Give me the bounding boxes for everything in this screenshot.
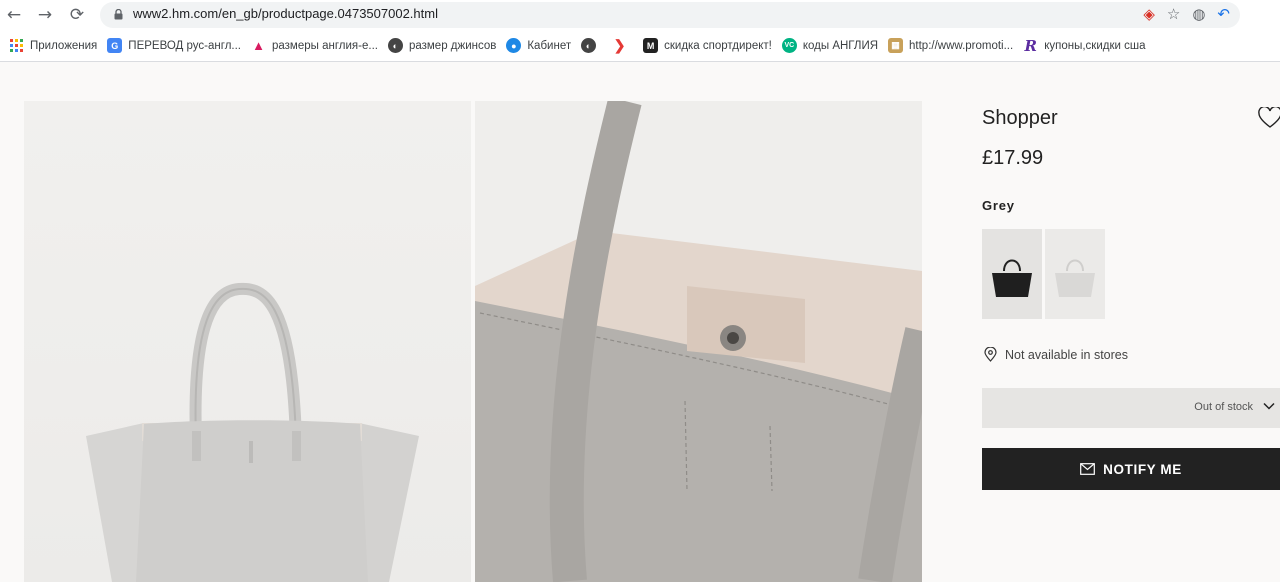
bookmark-codes-uk[interactable]: VC коды АНГЛИЯ xyxy=(779,33,885,59)
bag-icon: ▦ xyxy=(888,38,904,53)
reload-icon[interactable]: ⟳ xyxy=(66,4,88,26)
store-availability[interactable]: Not available in stores xyxy=(984,347,1128,362)
vc-icon: VC xyxy=(781,38,797,53)
lock-icon xyxy=(114,9,123,20)
apps-grid-icon xyxy=(9,38,24,53)
product-price: £17.99 xyxy=(982,147,1044,169)
r-logo-icon: R xyxy=(1024,36,1037,55)
arrow-icon: ❯ xyxy=(613,37,626,53)
bookmarks-bar: Приложения G ПЕРЕВОД рус-англ... ▲ разме… xyxy=(0,30,1280,62)
chevron-down-icon xyxy=(1263,402,1275,410)
globe-icon: ◐ xyxy=(387,38,403,53)
eye-icon: ● xyxy=(506,38,522,53)
swatch-black[interactable] xyxy=(982,229,1042,319)
bookmark-coupons-usa[interactable]: R купоны,скидки сша xyxy=(1020,33,1152,59)
favourite-heart-icon[interactable] xyxy=(1258,107,1280,129)
extension-globe-icon[interactable]: ◍ xyxy=(1192,5,1205,23)
bookmark-globe[interactable]: ◐ xyxy=(578,33,609,59)
bookmark-sizes-uk[interactable]: ▲ размеры англия-е... xyxy=(248,33,385,59)
product-title: Shopper xyxy=(982,107,1058,129)
size-select[interactable]: Out of stock xyxy=(982,388,1280,428)
grey-tote-bag-image xyxy=(86,282,419,582)
envelope-icon xyxy=(1080,463,1096,475)
globe-icon: ◐ xyxy=(581,38,597,53)
notify-me-label: NOTIFY ME xyxy=(1103,461,1182,477)
black-bag-thumbnail xyxy=(992,259,1032,297)
bookmark-apps[interactable]: Приложения xyxy=(6,33,104,59)
browser-toolbar: ← → ⟳ www2.hm.com/en_gb/productpage.0473… xyxy=(0,0,1280,30)
bookmark-arrow[interactable]: ❯ xyxy=(609,33,640,59)
product-image-detail[interactable] xyxy=(475,101,922,582)
bookmark-translate[interactable]: G ПЕРЕВОД рус-англ... xyxy=(104,33,248,59)
shoe-icon: ▲ xyxy=(252,38,265,53)
color-name: Grey xyxy=(982,198,1015,213)
undo-icon[interactable]: ↶ xyxy=(1217,5,1230,23)
store-availability-text: Not available in stores xyxy=(1005,347,1128,362)
translate-icon: G xyxy=(107,38,123,53)
bookmark-cabinet[interactable]: ● Кабинет xyxy=(503,33,578,59)
bookmark-sportsdirect[interactable]: M скидка спортдирект! xyxy=(640,33,779,59)
bookmark-promotion[interactable]: ▦ http://www.promoti... xyxy=(885,33,1020,59)
product-page: Shopper £17.99 Grey Not available in sto… xyxy=(0,63,1280,582)
forward-arrow-icon[interactable]: → xyxy=(34,4,56,26)
location-pin-icon xyxy=(984,347,997,362)
bag-closeup-image xyxy=(475,101,922,582)
swatch-grey[interactable] xyxy=(1045,229,1105,319)
product-image-front[interactable] xyxy=(24,101,471,582)
translate-page-icon[interactable]: ◈ xyxy=(1143,5,1155,23)
url-text[interactable]: www2.hm.com/en_gb/productpage.0473507002… xyxy=(133,6,438,21)
grey-bag-thumbnail xyxy=(1055,259,1095,297)
back-arrow-icon[interactable]: ← xyxy=(3,4,25,26)
bookmark-star-icon[interactable]: ☆ xyxy=(1167,5,1180,23)
color-swatches xyxy=(982,229,1105,319)
notify-me-button[interactable]: NOTIFY ME xyxy=(982,448,1280,490)
bookmark-jeans-size[interactable]: ◐ размер джинсов xyxy=(385,33,503,59)
m-logo-icon: M xyxy=(643,38,659,53)
address-bar[interactable]: www2.hm.com/en_gb/productpage.0473507002… xyxy=(100,2,1240,28)
stock-status: Out of stock xyxy=(1194,401,1253,413)
